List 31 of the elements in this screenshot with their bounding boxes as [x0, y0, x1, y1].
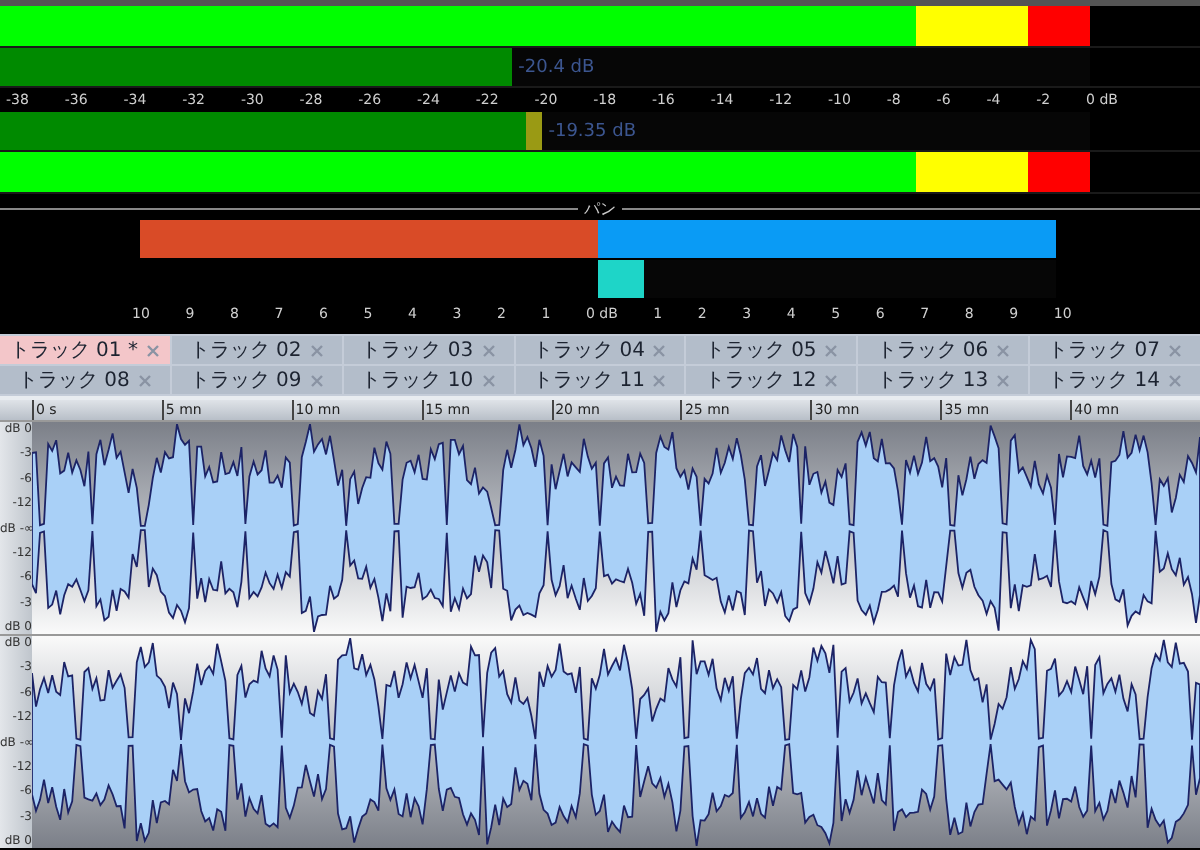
track-tab[interactable]: トラック 09: [171, 366, 342, 394]
close-icon[interactable]: [1168, 373, 1183, 387]
close-icon[interactable]: [996, 343, 1011, 357]
close-icon[interactable]: [996, 373, 1011, 387]
level-reading: -19.35 dB: [548, 121, 636, 141]
track-tab[interactable]: トラック 14: [1030, 366, 1200, 394]
track-tab[interactable]: トラック 05: [686, 336, 857, 364]
close-icon[interactable]: [309, 373, 324, 387]
track-tab[interactable]: トラック 11: [515, 366, 685, 394]
close-icon[interactable]: [137, 373, 152, 387]
close-icon[interactable]: [824, 343, 839, 357]
track-tab[interactable]: トラック 04: [515, 336, 685, 364]
close-icon[interactable]: [652, 343, 667, 357]
pan-label: パン: [584, 197, 616, 219]
close-icon[interactable]: [481, 343, 496, 357]
track-tab[interactable]: トラック 07: [1030, 336, 1200, 364]
track-tab[interactable]: トラック 02: [171, 336, 342, 364]
track-tab[interactable]: トラック 01 *: [0, 336, 170, 364]
close-icon[interactable]: [652, 373, 667, 387]
level-reading: -20.4 dB: [518, 57, 595, 77]
track-tab[interactable]: トラック 10: [343, 366, 514, 394]
track-tab[interactable]: トラック 13: [858, 366, 1029, 394]
track-tab[interactable]: トラック 08: [0, 366, 170, 394]
track-tab[interactable]: トラック 12: [686, 366, 857, 394]
track-tab[interactable]: トラック 03: [343, 336, 514, 364]
close-icon[interactable]: [824, 373, 839, 387]
close-icon[interactable]: [309, 343, 324, 357]
close-icon[interactable]: [1168, 343, 1183, 357]
track-tab[interactable]: トラック 06: [858, 336, 1029, 364]
close-icon[interactable]: [481, 373, 496, 387]
close-icon[interactable]: [145, 343, 160, 357]
